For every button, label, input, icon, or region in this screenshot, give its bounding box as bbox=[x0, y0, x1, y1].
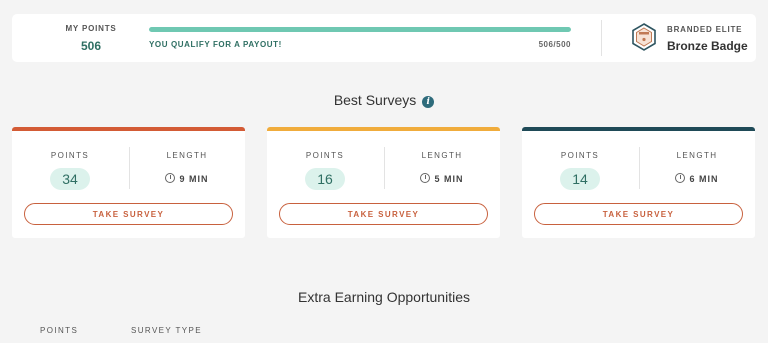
clock-icon bbox=[165, 173, 176, 183]
column-header-survey-type[interactable]: SURVEY TYPE bbox=[131, 326, 202, 335]
survey-length: 5 MIN bbox=[384, 173, 500, 184]
length-label: LENGTH bbox=[421, 151, 463, 160]
survey-length-text: 9 MIN bbox=[179, 174, 209, 184]
length-label: LENGTH bbox=[676, 151, 718, 160]
card-accent-bar bbox=[522, 127, 755, 131]
survey-points-pill: 14 bbox=[560, 168, 600, 190]
info-icon[interactable]: i bbox=[422, 96, 435, 108]
clock-icon bbox=[675, 173, 686, 183]
points-label: POINTS bbox=[50, 151, 90, 160]
table-body-edge bbox=[0, 343, 768, 347]
survey-card: POINTS LENGTH 14 6 MIN TAKE SURVEY bbox=[522, 127, 755, 238]
badge-name: Bronze Badge bbox=[667, 39, 748, 53]
badge-tier-label: BRANDED ELITE bbox=[667, 25, 743, 34]
points-summary-bar: MY POINTS 506 YOU QUALIFY FOR A PAYOUT! … bbox=[12, 14, 756, 62]
payout-progress-count: 506/500 bbox=[538, 40, 571, 49]
points-label: POINTS bbox=[560, 151, 600, 160]
my-points-label: MY POINTS bbox=[65, 24, 117, 33]
divider bbox=[601, 20, 602, 56]
length-label: LENGTH bbox=[166, 151, 208, 160]
survey-points-pill: 34 bbox=[50, 168, 90, 190]
extra-earning-title: Extra Earning Opportunities bbox=[298, 289, 470, 305]
survey-length: 6 MIN bbox=[639, 173, 755, 184]
card-accent-bar bbox=[267, 127, 500, 131]
column-header-points[interactable]: POINTS bbox=[40, 326, 78, 335]
payout-progress-fill bbox=[149, 27, 571, 32]
clock-icon bbox=[420, 173, 431, 183]
take-survey-button[interactable]: TAKE SURVEY bbox=[534, 203, 743, 225]
hexagon-badge-icon bbox=[632, 23, 656, 51]
best-surveys-title: Best Surveys i bbox=[0, 92, 768, 108]
points-label: POINTS bbox=[305, 151, 345, 160]
payout-qualify-text: YOU QUALIFY FOR A PAYOUT! bbox=[149, 40, 282, 49]
survey-length: 9 MIN bbox=[129, 173, 245, 184]
survey-length-text: 6 MIN bbox=[689, 174, 719, 184]
survey-card: POINTS LENGTH 16 5 MIN TAKE SURVEY bbox=[267, 127, 500, 238]
best-surveys-title-text: Best Surveys bbox=[333, 92, 417, 108]
survey-length-text: 5 MIN bbox=[434, 174, 464, 184]
survey-points-pill: 16 bbox=[305, 168, 345, 190]
my-points-value: 506 bbox=[80, 39, 102, 53]
card-accent-bar bbox=[12, 127, 245, 131]
take-survey-button[interactable]: TAKE SURVEY bbox=[279, 203, 488, 225]
take-survey-button[interactable]: TAKE SURVEY bbox=[24, 203, 233, 225]
survey-card: POINTS LENGTH 34 9 MIN TAKE SURVEY bbox=[12, 127, 245, 238]
payout-progress-bar bbox=[149, 27, 571, 32]
